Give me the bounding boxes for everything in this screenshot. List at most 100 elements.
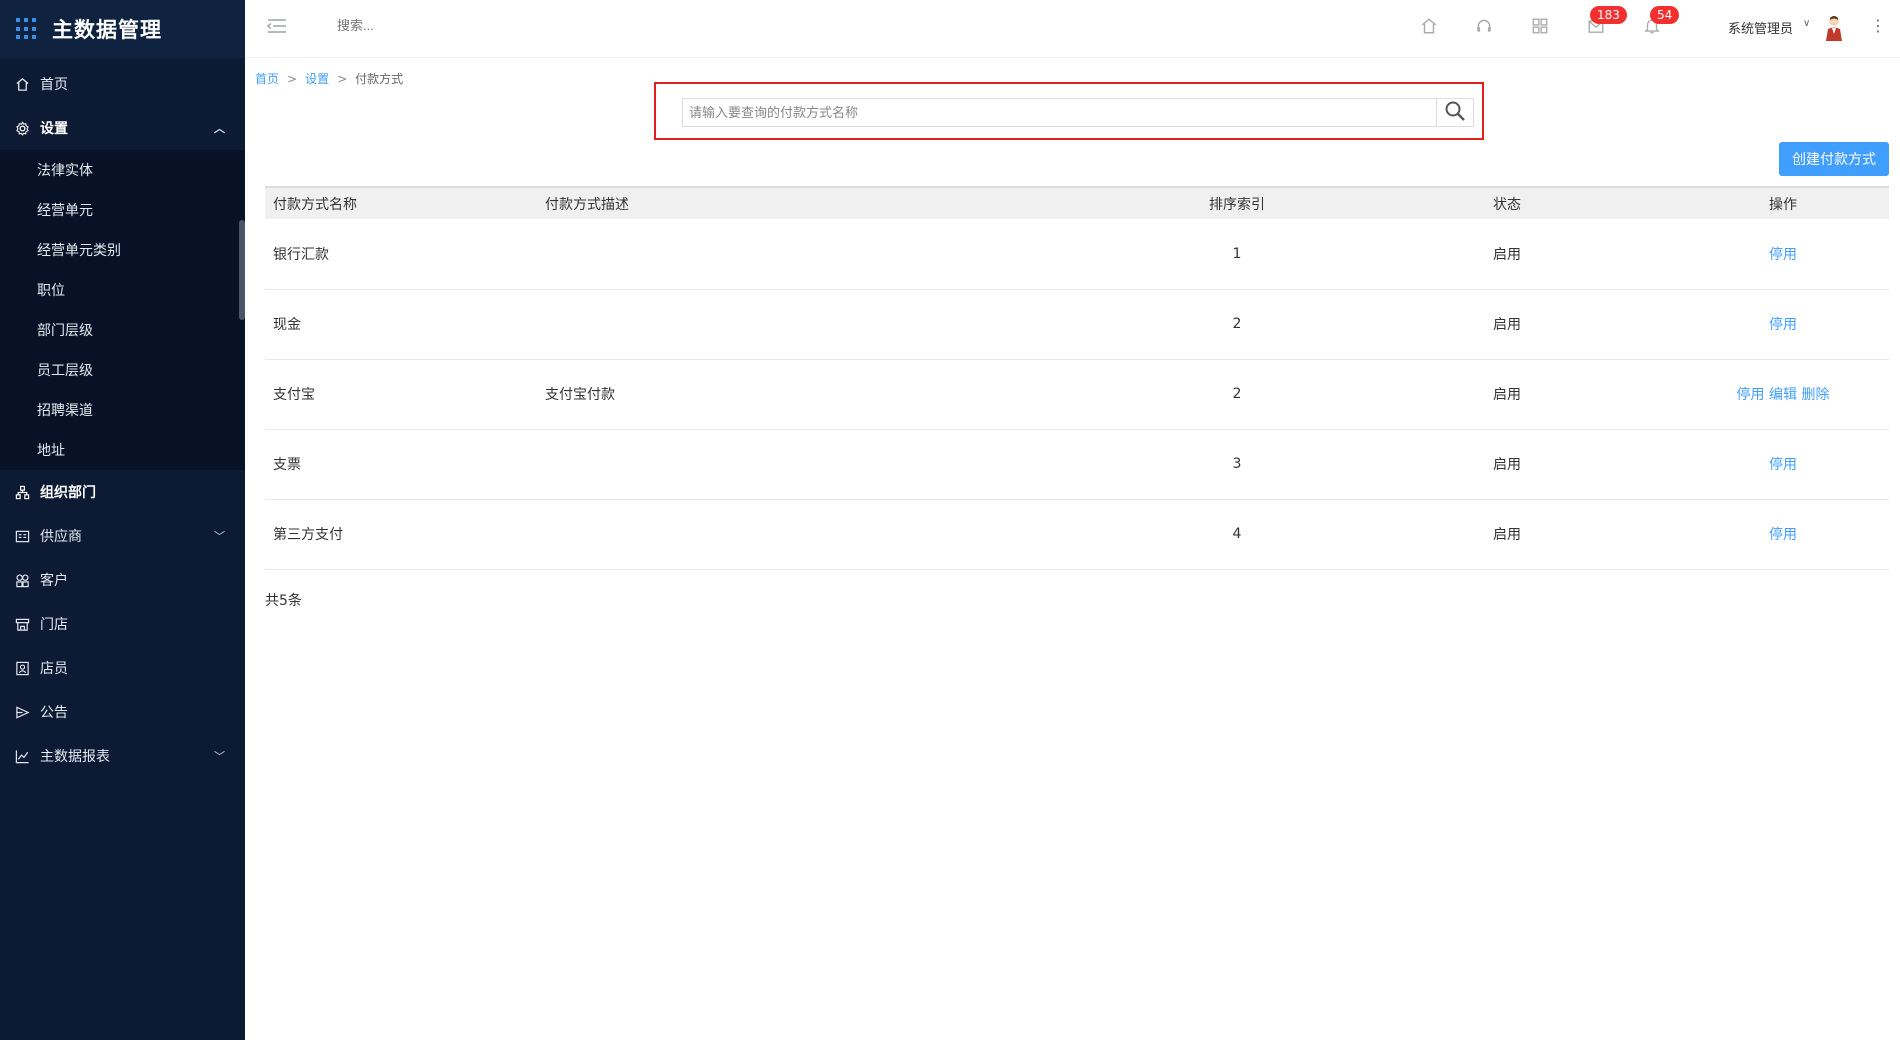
global-search-input[interactable]	[337, 18, 537, 33]
store-icon	[14, 616, 30, 632]
sidebar: 主数据管理 首页 设置 ︿ 法律实体 经营单元 经营单元类别 职位 部门层级 员…	[0, 0, 245, 1040]
breadcrumb-separator: >	[337, 72, 348, 86]
cell-name: 支票	[265, 429, 537, 500]
cell-name: 现金	[265, 289, 537, 360]
apps-grid-icon[interactable]	[1531, 17, 1549, 35]
submenu-item-business-unit-type[interactable]: 经营单元类别	[0, 230, 245, 270]
disable-link[interactable]: 停用	[1737, 387, 1765, 403]
submenu-item-business-unit[interactable]: 经营单元	[0, 190, 245, 230]
submenu-item-address[interactable]: 地址	[0, 430, 245, 470]
submenu-item-department-level[interactable]: 部门层级	[0, 310, 245, 350]
cell-sort-index: 2	[1137, 289, 1337, 360]
chevron-up-icon: ︿	[214, 122, 225, 135]
top-header: 183 54 系统管理员 ∨ ⋮	[245, 0, 1900, 58]
collapse-menu-icon[interactable]	[266, 18, 287, 34]
column-header-name: 付款方式名称	[273, 196, 357, 213]
cell-description: 支付宝付款	[537, 359, 1137, 430]
settings-submenu: 法律实体 经营单元 经营单元类别 职位 部门层级 员工层级 招聘渠道 地址	[0, 150, 245, 470]
cell-name: 第三方支付	[265, 499, 537, 570]
sidebar-item-org[interactable]: 组织部门	[0, 470, 245, 514]
sidebar-item-settings[interactable]: 设置 ︿	[0, 106, 245, 150]
cell-actions: 停用	[1677, 499, 1889, 570]
cell-actions: 停用 编辑 删除	[1677, 359, 1889, 430]
cell-sort-index: 2	[1137, 359, 1337, 430]
cell-sort-index: 1	[1137, 219, 1337, 290]
home-icon	[14, 76, 30, 92]
table-row: 支付宝 支付宝付款 2 启用 停用 编辑 删除	[265, 359, 1889, 430]
sidebar-item-clerk[interactable]: 店员	[0, 646, 245, 690]
cell-status: 启用	[1337, 219, 1677, 290]
breadcrumb: 首页 > 设置 > 付款方式	[255, 70, 403, 87]
cell-actions: 停用	[1677, 429, 1889, 500]
submenu-item-employee-level[interactable]: 员工层级	[0, 350, 245, 390]
chevron-down-icon[interactable]: ∨	[1803, 18, 1810, 29]
payment-method-search-input[interactable]	[682, 98, 1437, 127]
total-count: 共5条	[265, 593, 302, 609]
breadcrumb-home[interactable]: 首页	[255, 72, 279, 86]
search-button[interactable]	[1436, 98, 1474, 127]
payment-methods-table: 付款方式名称 付款方式描述 排序索引 状态 操作 银行汇款 1 启用 停用 现金…	[265, 186, 1889, 570]
cell-actions: 停用	[1677, 289, 1889, 360]
sidebar-item-label: 组织部门	[40, 485, 96, 501]
edit-link[interactable]: 编辑	[1769, 387, 1797, 403]
sidebar-item-store[interactable]: 门店	[0, 602, 245, 646]
breadcrumb-current: 付款方式	[355, 72, 404, 86]
column-header-sort-index: 排序索引	[1209, 196, 1265, 213]
sidebar-item-home[interactable]: 首页	[0, 62, 245, 106]
cell-description	[537, 499, 1137, 570]
sidebar-item-label: 主数据报表	[40, 749, 110, 765]
delete-link[interactable]: 删除	[1801, 387, 1829, 403]
sidebar-item-label: 首页	[40, 77, 68, 93]
create-payment-method-button[interactable]: 创建付款方式	[1779, 142, 1889, 176]
customer-icon	[14, 572, 30, 588]
column-header-description: 付款方式描述	[545, 196, 629, 213]
disable-link[interactable]: 停用	[1769, 527, 1797, 543]
scrollbar-thumb[interactable]	[239, 220, 245, 320]
cell-status: 启用	[1337, 359, 1677, 430]
cell-description	[537, 429, 1137, 500]
more-menu-icon[interactable]: ⋮	[1870, 17, 1886, 35]
sidebar-item-label: 设置	[40, 121, 68, 137]
sidebar-item-announcement[interactable]: 公告	[0, 690, 245, 734]
org-icon	[14, 484, 30, 500]
nav-menu: 首页 设置 ︿ 法律实体 经营单元 经营单元类别 职位 部门层级 员工层级 招聘…	[0, 62, 245, 778]
announcement-icon	[14, 704, 30, 720]
avatar[interactable]	[1823, 14, 1847, 42]
cell-actions: 停用	[1677, 219, 1889, 290]
table-row: 银行汇款 1 启用 停用	[265, 219, 1889, 290]
submenu-item-position[interactable]: 职位	[0, 270, 245, 310]
sidebar-scrollbar[interactable]	[239, 220, 245, 540]
cell-status: 启用	[1337, 289, 1677, 360]
supplier-icon	[14, 528, 30, 544]
submenu-item-legal-entity[interactable]: 法律实体	[0, 150, 245, 190]
column-header-status: 状态	[1493, 196, 1521, 213]
cell-sort-index: 3	[1137, 429, 1337, 500]
table-row: 支票 3 启用 停用	[265, 429, 1889, 500]
search-icon	[1444, 100, 1466, 125]
sidebar-item-label: 公告	[40, 705, 68, 721]
sidebar-item-label: 供应商	[40, 529, 82, 545]
home-icon[interactable]	[1420, 17, 1438, 35]
app-grid-icon	[16, 18, 38, 40]
sidebar-item-label: 门店	[40, 617, 68, 633]
cell-description	[537, 219, 1137, 290]
cell-name: 银行汇款	[265, 219, 537, 290]
submenu-item-recruit-channel[interactable]: 招聘渠道	[0, 390, 245, 430]
disable-link[interactable]: 停用	[1769, 247, 1797, 263]
table-header-row: 付款方式名称 付款方式描述 排序索引 状态 操作	[265, 187, 1889, 219]
cell-status: 启用	[1337, 499, 1677, 570]
sidebar-item-supplier[interactable]: 供应商 ﹀	[0, 514, 245, 558]
clerk-icon	[14, 660, 30, 676]
breadcrumb-settings[interactable]: 设置	[305, 72, 329, 86]
notification-count-badge: 54	[1650, 6, 1680, 24]
headset-icon[interactable]	[1475, 17, 1493, 35]
disable-link[interactable]: 停用	[1769, 317, 1797, 333]
sidebar-item-label: 店员	[40, 661, 68, 677]
user-name[interactable]: 系统管理员	[1728, 18, 1793, 37]
cell-description	[537, 289, 1137, 360]
sidebar-item-customer[interactable]: 客户	[0, 558, 245, 602]
table-row: 第三方支付 4 启用 停用	[265, 499, 1889, 570]
sidebar-item-label: 客户	[40, 573, 68, 589]
sidebar-item-report[interactable]: 主数据报表 ﹀	[0, 734, 245, 778]
disable-link[interactable]: 停用	[1769, 457, 1797, 473]
